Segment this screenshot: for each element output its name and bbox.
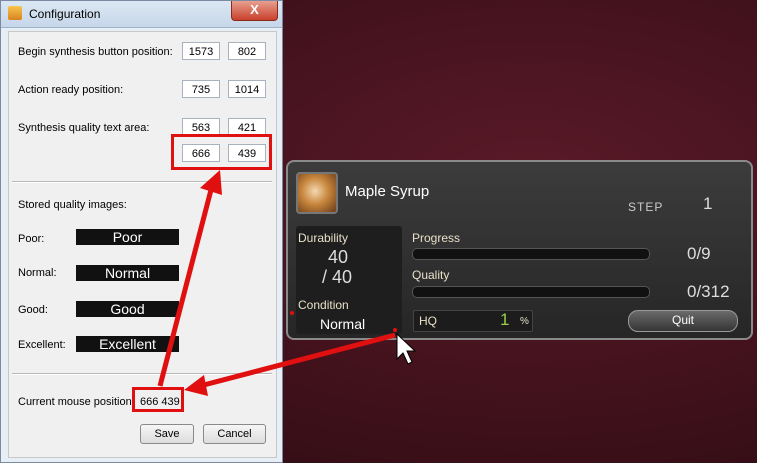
annotation-arrow-line [157,185,215,387]
annotation-arrows [157,170,417,396]
marker-dot [290,311,294,315]
marker-dot [393,328,397,332]
annotation-arrow-head [200,170,222,195]
annotation-arrow-line [199,332,396,389]
annotation-arrow-head [184,375,208,396]
mouse-cursor-icon [396,332,417,365]
